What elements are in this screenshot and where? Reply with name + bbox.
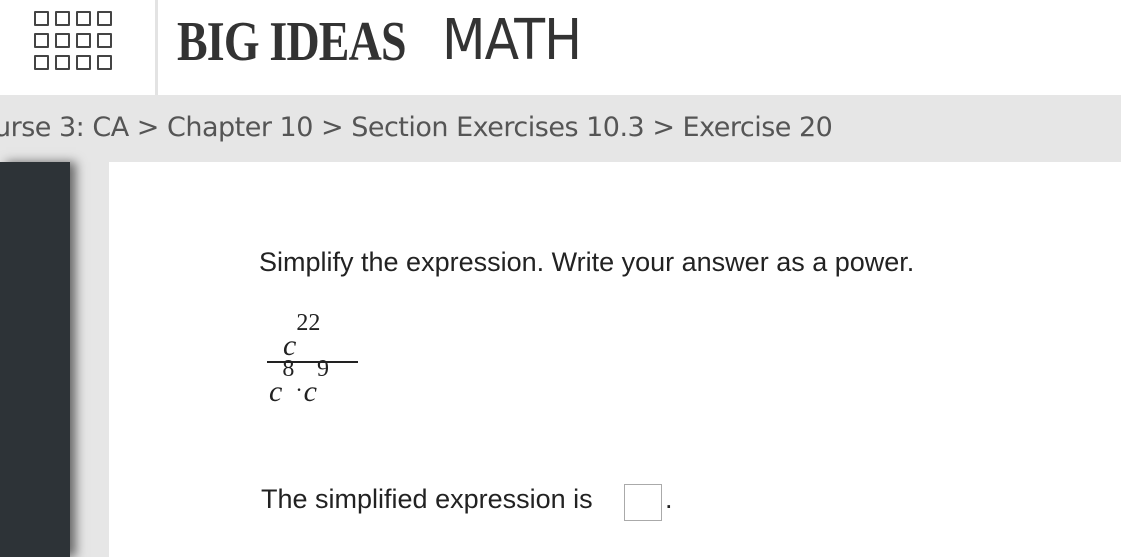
brand-bold: BIG IDEAS — [177, 11, 406, 73]
numerator-exponent: 22 — [296, 310, 321, 336]
math-fraction: c 22 c8·c9 — [267, 308, 359, 408]
answer-period: . — [665, 484, 673, 514]
brand-logo[interactable]: BIG IDEAS MATH — [177, 6, 582, 76]
breadcrumb-separator: > — [136, 112, 160, 143]
breadcrumb-exercise[interactable]: Exercise 20 — [683, 112, 833, 143]
app-header: BIG IDEAS MATH — [0, 0, 1121, 95]
answer-label: The simplified expression is — [261, 484, 593, 514]
breadcrumb-course[interactable]: ourse 3: CA — [0, 112, 129, 143]
breadcrumb-separator: > — [320, 112, 344, 143]
fraction-denominator: c8·c9 — [269, 356, 329, 409]
denominator-base-2: c — [303, 375, 317, 408]
sidebar-panel — [0, 162, 70, 557]
breadcrumb: ourse 3: CA > Chapter 10 > Section Exerc… — [0, 112, 833, 143]
fraction-bar — [267, 361, 358, 363]
exercise-content: Simplify the expression. Write your answ… — [109, 162, 1121, 557]
answer-input[interactable] — [624, 484, 662, 521]
exercise-prompt: Simplify the expression. Write your answ… — [259, 247, 915, 277]
header-divider — [155, 0, 158, 95]
denominator-exponent-1: 8 — [282, 356, 295, 382]
breadcrumb-bar: ourse 3: CA > Chapter 10 > Section Exerc… — [0, 95, 1121, 162]
denominator-base-1: c — [269, 375, 283, 408]
breadcrumb-chapter[interactable]: Chapter 10 — [167, 112, 313, 143]
breadcrumb-section[interactable]: Section Exercises 10.3 — [351, 112, 645, 143]
grid-menu-icon[interactable] — [34, 11, 122, 71]
breadcrumb-separator: > — [652, 112, 675, 143]
denominator-exponent-2: 9 — [316, 356, 329, 382]
brand-light: MATH — [442, 8, 582, 73]
multiplication-dot: · — [295, 377, 303, 402]
